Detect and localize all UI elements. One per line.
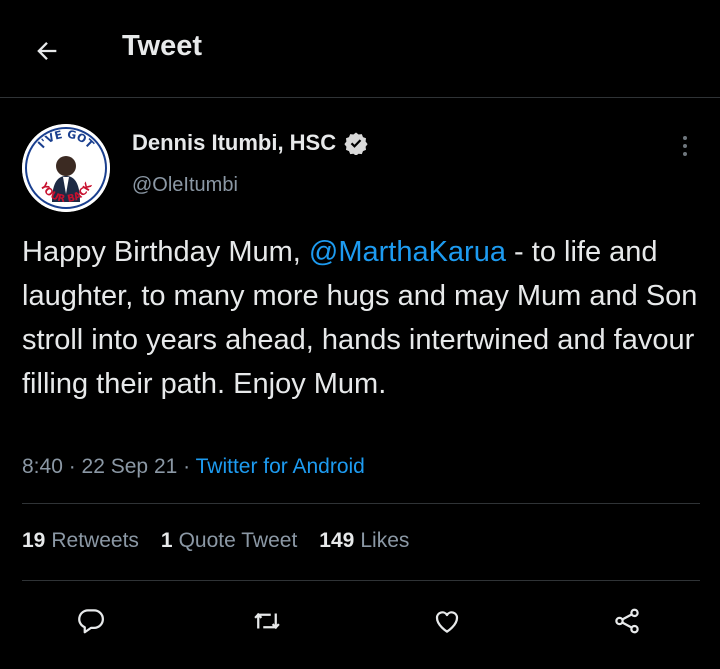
tweet-stats: 19 Retweets 1 Quote Tweet 149 Likes bbox=[22, 529, 409, 553]
likes-label: Likes bbox=[360, 529, 410, 552]
tweet-text-start: Happy Birthday Mum, bbox=[22, 236, 309, 268]
tweet-time: 8:40 bbox=[22, 455, 63, 478]
divider bbox=[22, 580, 700, 581]
reply-icon bbox=[78, 609, 104, 634]
share-icon bbox=[615, 608, 639, 634]
retweet-button[interactable] bbox=[244, 598, 290, 644]
mention-link[interactable]: @MarthaKarua bbox=[309, 236, 506, 268]
quotes-count: 1 bbox=[160, 529, 173, 552]
like-icon bbox=[435, 611, 459, 633]
retweets-stat[interactable]: 19 Retweets bbox=[22, 529, 139, 553]
tweet-actions bbox=[0, 598, 720, 644]
verified-badge-icon bbox=[344, 131, 368, 156]
more-dot-icon bbox=[683, 152, 687, 156]
quotes-stat[interactable]: 1 Quote Tweet bbox=[161, 529, 297, 553]
author-name-text: Dennis Itumbi, HSC bbox=[132, 130, 337, 155]
avatar-image: I'VE GOT YOUR BACK bbox=[22, 124, 110, 212]
more-dot-icon bbox=[683, 144, 687, 148]
likes-stat[interactable]: 149 Likes bbox=[319, 529, 409, 553]
meta-separator: · bbox=[62, 455, 82, 478]
more-options-button[interactable] bbox=[670, 128, 700, 164]
page-title: Tweet bbox=[122, 30, 203, 62]
share-button[interactable] bbox=[604, 598, 650, 644]
retweets-count: 19 bbox=[22, 529, 46, 552]
author-handle[interactable]: @OleItumbi bbox=[132, 174, 238, 197]
tweet-source-link[interactable]: Twitter for Android bbox=[196, 455, 365, 478]
tweet-date: 22 Sep 21 bbox=[81, 455, 178, 478]
tweet-text: Happy Birthday Mum, @MarthaKarua - to li… bbox=[22, 230, 702, 406]
top-bar: Tweet bbox=[0, 0, 720, 98]
author-name[interactable]: Dennis Itumbi, HSC bbox=[132, 130, 368, 156]
quotes-label: Quote Tweet bbox=[178, 529, 298, 552]
likes-count: 149 bbox=[319, 529, 355, 552]
reply-button[interactable] bbox=[68, 598, 114, 644]
meta-separator: · bbox=[177, 455, 196, 478]
more-dot-icon bbox=[683, 136, 687, 140]
divider bbox=[22, 503, 700, 504]
like-button[interactable] bbox=[424, 598, 470, 644]
avatar[interactable]: I'VE GOT YOUR BACK bbox=[22, 124, 110, 212]
tweet-meta: 8:40 · 22 Sep 21 · Twitter for Android bbox=[22, 455, 365, 479]
retweets-label: Retweets bbox=[51, 529, 139, 552]
arrow-left-icon bbox=[37, 42, 57, 60]
retweet-icon bbox=[254, 612, 280, 630]
back-button[interactable] bbox=[24, 28, 70, 74]
